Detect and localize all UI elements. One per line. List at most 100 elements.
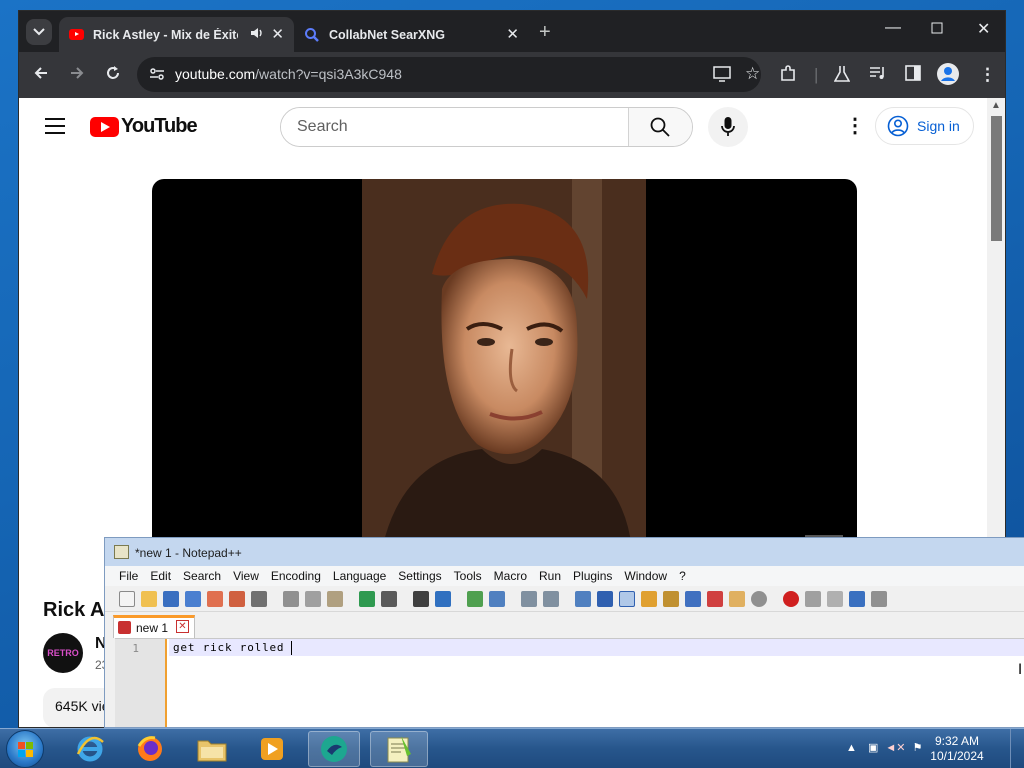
save-macro-icon[interactable] — [871, 591, 887, 607]
taskbar-notepad-plus-plus[interactable] — [370, 731, 428, 767]
close-window-icon[interactable]: ✕ — [977, 19, 990, 39]
new-tab-button[interactable]: + — [539, 21, 551, 44]
site-settings-icon[interactable] — [149, 67, 165, 84]
extensions-icon[interactable] — [779, 65, 797, 88]
close-file-icon[interactable] — [207, 591, 223, 607]
replace-icon[interactable] — [435, 591, 451, 607]
menu-settings[interactable]: Settings — [398, 566, 441, 586]
menu-window[interactable]: Window — [624, 566, 667, 586]
folder-as-workspace-icon[interactable] — [729, 591, 745, 607]
new-file-icon[interactable] — [119, 591, 135, 607]
close-tab-icon[interactable]: ✕ — [506, 25, 519, 43]
show-all-characters-icon[interactable] — [597, 591, 613, 607]
action-center-flag-icon[interactable]: ⚑ — [913, 742, 923, 754]
zoom-out-icon[interactable] — [489, 591, 505, 607]
cast-icon[interactable] — [713, 66, 731, 85]
record-macro-icon[interactable] — [783, 591, 799, 607]
function-list-icon[interactable] — [707, 591, 723, 607]
taskbar-browser[interactable] — [308, 731, 360, 767]
copy-icon[interactable] — [305, 591, 321, 607]
menu-edit[interactable]: Edit — [150, 566, 171, 586]
clock[interactable]: 9:32 AM 10/1/2024 — [930, 734, 984, 764]
print-icon[interactable] — [251, 591, 267, 607]
back-icon[interactable] — [33, 65, 49, 86]
windows-logo-icon — [18, 742, 34, 758]
taskbar-file-explorer[interactable] — [186, 731, 238, 767]
menu-macro[interactable]: Macro — [494, 566, 527, 586]
close-tab-icon[interactable]: ✕ — [176, 620, 189, 633]
start-button[interactable] — [6, 730, 44, 768]
editor-text[interactable]: get rick rolled — [173, 641, 284, 654]
taskbar-internet-explorer[interactable] — [64, 731, 116, 767]
maximize-icon[interactable] — [931, 21, 943, 39]
undo-icon[interactable] — [359, 591, 375, 607]
volume-muted-icon[interactable]: ◄✕ — [885, 742, 905, 754]
open-file-icon[interactable] — [141, 591, 157, 607]
stop-macro-icon[interactable] — [805, 591, 821, 607]
play-macro-icon[interactable] — [827, 591, 843, 607]
video-player[interactable] — [152, 179, 857, 549]
tab-search-button[interactable] — [26, 19, 52, 45]
side-panel-icon[interactable] — [905, 65, 921, 86]
close-all-icon[interactable] — [229, 591, 245, 607]
menu-plugins[interactable]: Plugins — [573, 566, 612, 586]
editor-area[interactable]: 1 get rick rolled — [115, 638, 1024, 727]
taskbar-firefox[interactable] — [124, 731, 176, 767]
media-controls-icon[interactable] — [869, 65, 887, 86]
microphone-icon — [721, 117, 735, 136]
labs-flask-icon[interactable] — [833, 65, 851, 88]
search-button[interactable] — [628, 108, 692, 146]
menu-run[interactable]: Run — [539, 566, 561, 586]
youtube-logo[interactable]: YouTube — [90, 115, 198, 138]
bookmark-star-icon[interactable]: ☆ — [745, 64, 760, 84]
show-desktop-button[interactable] — [1010, 729, 1024, 768]
tab-youtube[interactable]: Rick Astley - Mix de Éxitos ✕ — [59, 17, 294, 52]
close-tab-icon[interactable]: ✕ — [271, 25, 284, 43]
voice-search-button[interactable] — [708, 107, 748, 147]
profile-avatar-icon[interactable] — [937, 63, 959, 90]
address-bar[interactable]: youtube.com/watch?v=qsi3A3kC948 ☆ — [137, 57, 761, 92]
save-icon[interactable] — [163, 591, 179, 607]
paste-icon[interactable] — [327, 591, 343, 607]
menu-help[interactable]: ? — [679, 566, 686, 586]
cut-icon[interactable] — [283, 591, 299, 607]
minimize-icon[interactable]: — — [885, 19, 901, 37]
monitoring-icon[interactable] — [751, 591, 767, 607]
document-map-icon[interactable] — [663, 591, 679, 607]
find-icon[interactable] — [413, 591, 429, 607]
scroll-up-arrow-icon[interactable]: ▲ — [991, 100, 1001, 111]
menu-tools[interactable]: Tools — [454, 566, 482, 586]
channel-avatar[interactable]: RETRO — [43, 633, 83, 673]
scrollbar-thumb[interactable] — [991, 116, 1002, 241]
document-list-icon[interactable] — [685, 591, 701, 607]
redo-icon[interactable] — [381, 591, 397, 607]
run-macro-multiple-icon[interactable] — [849, 591, 865, 607]
forward-icon[interactable] — [69, 65, 85, 86]
word-wrap-icon[interactable] — [575, 591, 591, 607]
network-icon[interactable]: ▣ — [868, 742, 878, 754]
search-input[interactable] — [281, 108, 629, 146]
save-all-icon[interactable] — [185, 591, 201, 607]
menu-search[interactable]: Search — [183, 566, 221, 586]
sync-horizontal-icon[interactable] — [543, 591, 559, 607]
tab-new-1[interactable]: new 1 ✕ — [113, 615, 195, 638]
menu-encoding[interactable]: Encoding — [271, 566, 321, 586]
hamburger-menu-icon[interactable] — [45, 118, 65, 139]
chrome-menu-icon[interactable]: ⋮ — [979, 65, 996, 85]
menu-file[interactable]: File — [119, 566, 138, 586]
speaker-icon[interactable] — [250, 26, 264, 43]
user-defined-language-icon[interactable] — [641, 591, 657, 607]
show-hidden-icons-icon[interactable]: ▲ — [846, 742, 857, 754]
tab-searxng[interactable]: CollabNet SearXNG ✕ — [294, 17, 529, 52]
zoom-in-icon[interactable] — [467, 591, 483, 607]
sync-vertical-icon[interactable] — [521, 591, 537, 607]
reload-icon[interactable] — [105, 65, 121, 86]
taskbar-media-player[interactable] — [246, 731, 298, 767]
system-tray: ▲ ▣ ◄✕ ⚑ — [846, 741, 922, 754]
indent-guide-icon[interactable] — [619, 591, 635, 607]
notepad-title-bar[interactable]: *new 1 - Notepad++ — [105, 538, 1024, 566]
menu-language[interactable]: Language — [333, 566, 386, 586]
sign-in-button[interactable]: Sign in — [875, 107, 974, 145]
settings-menu-icon[interactable]: ⋮ — [845, 116, 865, 136]
menu-view[interactable]: View — [233, 566, 259, 586]
